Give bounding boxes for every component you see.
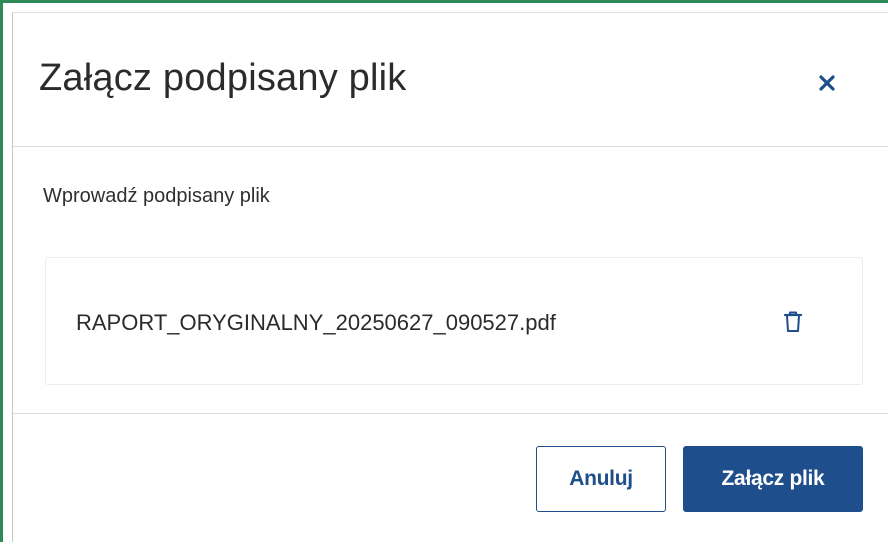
close-icon	[819, 75, 835, 91]
attach-signed-file-dialog: Załącz podpisany plik Wprowadź podpisany…	[12, 12, 888, 542]
file-input-label: Wprowadź podpisany plik	[43, 185, 270, 207]
attached-file-item: RAPORT_ORYGINALNY_20250627_090527.pdf	[45, 257, 863, 385]
dialog-header: Załącz podpisany plik	[13, 13, 888, 147]
cancel-button[interactable]: Anuluj	[536, 446, 666, 512]
dialog-title: Załącz podpisany plik	[39, 57, 407, 99]
file-name: RAPORT_ORYGINALNY_20250627_090527.pdf	[76, 310, 556, 335]
dialog-footer: Anuluj Załącz plik	[13, 413, 888, 544]
trash-icon	[783, 311, 803, 332]
close-button[interactable]	[809, 65, 845, 101]
delete-file-button[interactable]	[778, 306, 808, 338]
attach-file-button[interactable]: Załącz plik	[683, 446, 863, 512]
